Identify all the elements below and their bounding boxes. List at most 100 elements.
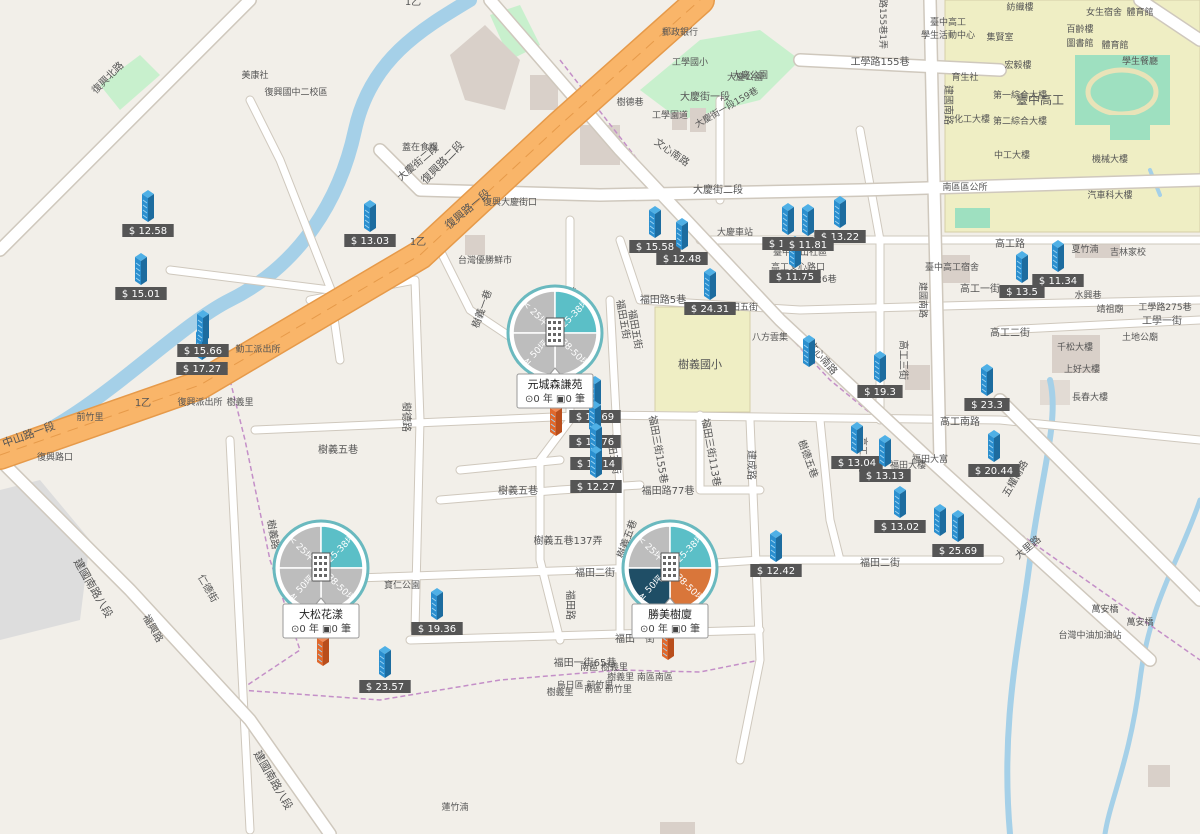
poi-label: 蓋在食糧	[402, 141, 438, 153]
street-label: 工學一街	[1142, 314, 1182, 327]
poi-label: 夏竹湳	[1071, 243, 1098, 255]
poi-label: 學生餐廳	[1122, 55, 1158, 67]
poi-label: 中工大樓	[994, 149, 1030, 161]
price-pin[interactable]	[317, 634, 329, 666]
poi-label: 臺中高工	[930, 16, 966, 28]
poi-label: 紡織樓	[1006, 1, 1033, 13]
poi-label: 樹德巷	[616, 96, 643, 108]
price-text: $ 15.01	[122, 289, 160, 300]
street-label: 高工三街	[897, 340, 910, 380]
poi-label: 學生活動中心	[921, 29, 975, 41]
poi-label: 體育館	[1101, 39, 1128, 51]
street-label: 福田路	[564, 590, 577, 620]
street-label: 高工一街	[960, 282, 1000, 295]
poi-label: 育生社	[951, 71, 978, 83]
poi-label: 大慶車站	[717, 226, 753, 238]
price-text: $ 20.44	[975, 466, 1013, 477]
poi-label: 1乙	[410, 236, 426, 248]
poi-label: 復興派出所	[177, 396, 222, 408]
poi-label: 機械大樓	[1092, 153, 1128, 165]
poi-label: 勤工派出所	[235, 343, 280, 355]
street-label: 大慶街一段	[680, 90, 730, 103]
poi-label: 集賢室	[986, 31, 1013, 43]
poi-label: 土地公廟	[1122, 331, 1158, 343]
price-pin[interactable]	[803, 335, 815, 367]
poi-label: 宏毅樓	[1004, 59, 1031, 71]
cluster-stats: ⊙0 年 ▣0 筆	[525, 392, 585, 405]
price-text: $ 13.5	[1006, 287, 1038, 298]
street-label: 福田二街	[860, 556, 900, 569]
project-cluster[interactable]: < 25坪 25-38坪38-50坪≥ 50坪元城森謙苑⊙0 年 ▣0 筆	[506, 284, 604, 409]
price-text: $ 15.66	[184, 346, 222, 357]
street-label: 建成路	[745, 450, 758, 480]
poi-label: 樹義國小	[678, 357, 722, 371]
poi-label: 化工大樓	[954, 113, 990, 125]
street-label: 建國南路	[917, 282, 929, 318]
price-text: $ 19.3	[864, 387, 896, 398]
cluster-stats: ⊙0 年 ▣0 筆	[291, 622, 351, 635]
cluster-name: 勝美樹廈	[648, 607, 692, 621]
cluster-name: 元城森謙苑	[528, 377, 583, 391]
price-text: $ 17.27	[183, 364, 221, 375]
price-text: $ 13.02	[881, 522, 919, 533]
price-pin[interactable]	[934, 504, 946, 536]
poi-label: 南區 樹義里	[580, 661, 628, 673]
poi-label: 女生宿舍	[1086, 6, 1122, 18]
poi-label: 八方雲集	[752, 331, 788, 343]
street-label: 高工二街	[990, 326, 1030, 339]
poi-label: 工學園道	[652, 109, 688, 121]
poi-label: 前竹里	[76, 411, 103, 423]
street-label: 高工路	[995, 237, 1025, 250]
street-label: 樹義五巷137弄	[533, 534, 602, 547]
poi-label: 水興巷	[1074, 289, 1101, 301]
price-text: $ 24.31	[691, 304, 729, 315]
street-label: 高工南路	[940, 415, 980, 428]
poi-label: 吉林家校	[1110, 246, 1146, 258]
poi-label: 千松大樓	[1057, 341, 1093, 353]
street-label: 樹義五巷	[318, 443, 358, 456]
poi-label: 體育館	[1126, 6, 1153, 18]
poi-label: 萬安橋	[1126, 616, 1153, 628]
price-pin[interactable]	[550, 404, 562, 436]
price-text: $ 13.13	[866, 471, 904, 482]
poi-label: 復興國中二校區	[264, 86, 327, 98]
price-text: $ 12.42	[757, 566, 795, 577]
poi-label: 台灣中油加油站	[1058, 629, 1121, 641]
poi-label: 蓮竹湳	[441, 801, 468, 813]
poi-label: 上好大樓	[1064, 363, 1100, 375]
poi-label: 靖祖廟	[1096, 303, 1123, 315]
poi-label: 圖書館	[1066, 37, 1093, 49]
poi-label: 1乙	[135, 397, 151, 409]
poi-label: 萬安橋	[1091, 603, 1118, 615]
street-label: 福田二街	[575, 566, 615, 579]
price-text: $ 12.48	[663, 254, 701, 265]
poi-label: 寶仁公園	[384, 579, 420, 591]
poi-label: 復興路口	[37, 451, 73, 463]
poi-label: 台灣優勝鮮市	[458, 254, 512, 266]
price-text: $ 23.57	[366, 682, 404, 693]
poi-label: 工學國小	[672, 56, 708, 68]
street-label: 福田路77巷	[642, 484, 695, 497]
street-label: 工學路275巷	[1138, 301, 1191, 313]
project-cluster[interactable]: < 25坪 25-38坪38-50坪≥ 50坪大松花漾⊙0 年 ▣0 筆	[272, 519, 370, 639]
price-text: $ 15.58	[636, 242, 674, 253]
street-map[interactable]: 復興路二段復興路一段中山路一段復興北路大慶街二段大慶街一段大慶街二段文心南路文心…	[0, 0, 1200, 834]
price-text: $ 11.75	[776, 272, 814, 283]
price-text: $ 13.04	[838, 458, 876, 469]
price-text: $ 25.69	[939, 546, 977, 557]
poi-label: 汽車科大樓	[1087, 189, 1132, 201]
price-text: $ 19.36	[418, 624, 456, 635]
poi-label: 烏日區 前竹里	[557, 679, 614, 691]
street-label: 樹義五巷	[498, 484, 538, 497]
poi-label: 復興大慶街口	[483, 196, 537, 208]
poi-label: 福田大富	[912, 453, 948, 465]
poi-label: 臺中高工	[1016, 92, 1064, 107]
cluster-stats: ⊙0 年 ▣0 筆	[640, 622, 700, 635]
poi-label: 大慶公園	[727, 71, 763, 83]
street-label: 樹德路	[400, 402, 413, 432]
poi-label: 臺中高工宿舍	[925, 261, 979, 273]
poi-label: 郵政銀行	[662, 26, 698, 38]
poi-label: 長春大樓	[1072, 391, 1108, 403]
project-cluster[interactable]: < 25坪 25-38坪38-50坪≥ 50坪勝美樹廈⊙0 年 ▣0 筆	[621, 519, 719, 639]
poi-label: 百齡樓	[1066, 23, 1093, 35]
